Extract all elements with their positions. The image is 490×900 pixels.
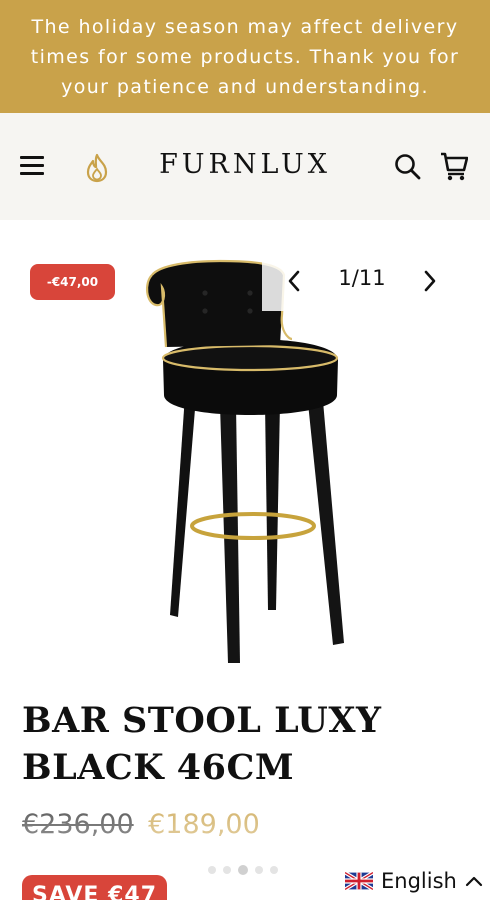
- chevron-right-icon[interactable]: [418, 268, 442, 294]
- menu-icon[interactable]: [20, 156, 44, 176]
- language-selector[interactable]: English: [345, 866, 490, 896]
- carousel-dot[interactable]: [208, 866, 216, 874]
- price-row: €236,00 €189,00: [22, 809, 260, 849]
- chevron-up-icon: [465, 876, 482, 887]
- site-logo[interactable]: FURNLUX: [140, 149, 350, 180]
- product-image[interactable]: [130, 255, 360, 665]
- save-button[interactable]: SAVE €47: [22, 875, 167, 900]
- carousel-dot[interactable]: [255, 866, 263, 874]
- old-price: €236,00: [22, 809, 134, 840]
- language-label: English: [381, 869, 457, 893]
- carousel-dots: [208, 865, 298, 875]
- announcement-bar: The holiday season may affect delivery t…: [0, 0, 490, 113]
- product-title: BAR STOOL LUXY BLACK 46CM: [22, 700, 382, 788]
- announcement-text: The holiday season may affect delivery t…: [30, 15, 460, 98]
- search-icon[interactable]: [394, 153, 421, 180]
- chevron-left-icon[interactable]: [282, 268, 306, 294]
- site-header: FURNLUX: [0, 113, 490, 220]
- cart-icon[interactable]: [440, 151, 468, 181]
- flame-icon: [86, 153, 108, 183]
- carousel-dot[interactable]: [270, 866, 278, 874]
- slide-counter: 1/11: [338, 266, 386, 290]
- carousel-dot-active[interactable]: [238, 865, 248, 875]
- discount-badge: -€47,00: [30, 264, 115, 300]
- carousel-dot[interactable]: [223, 866, 231, 874]
- uk-flag-icon: [345, 872, 373, 890]
- sale-price: €189,00: [148, 809, 260, 840]
